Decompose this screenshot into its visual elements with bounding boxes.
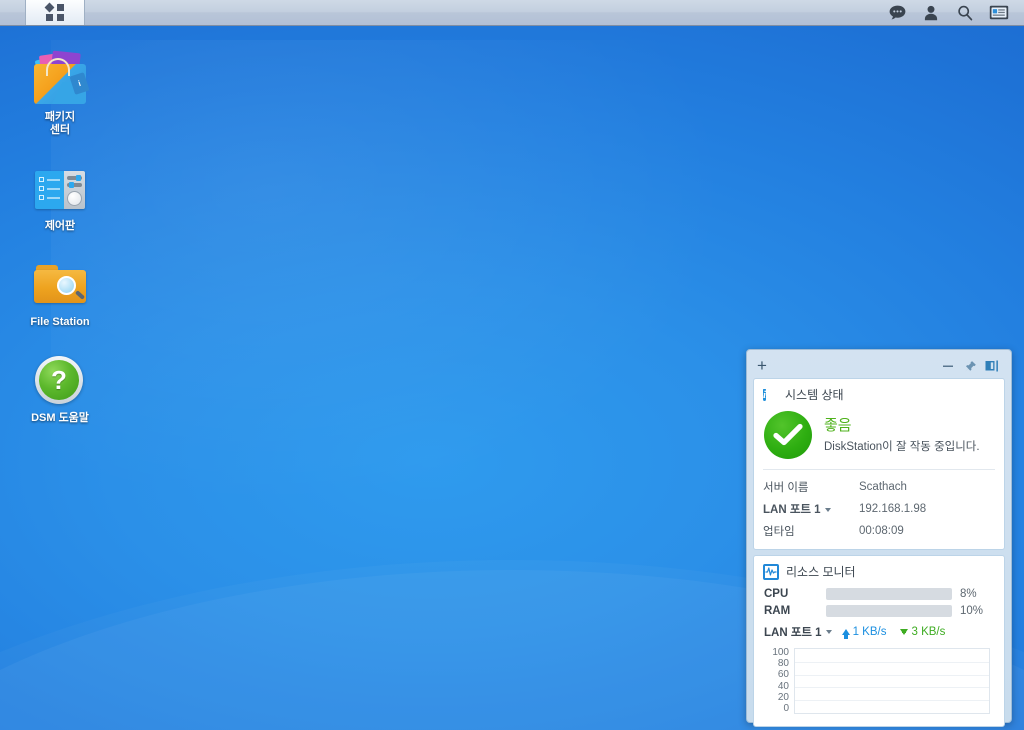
info-row-key: 서버 이름: [763, 482, 809, 494]
desktop-icon-dsm-help[interactable]: ? DSM 도움말: [0, 345, 120, 429]
download-arrow-icon: [900, 629, 909, 635]
question-mark-glyph: ?: [39, 360, 79, 400]
meter-row-ram: RAM 10%: [754, 603, 1004, 620]
status-ok-check-icon: [764, 411, 812, 459]
ram-meter-value: 10%: [960, 605, 984, 617]
system-health-title: 시스템 상태: [785, 388, 844, 402]
upload-arrow-icon: [841, 629, 850, 639]
widgets-icon[interactable]: [982, 0, 1016, 26]
chevron-down-icon[interactable]: [824, 507, 831, 512]
taskbar-spacer: [85, 0, 880, 25]
upload-rate: 1 KB/s: [852, 626, 887, 638]
desktop-icon-area: i 패키지 센터 제어판 File Station ? DSM 도움말: [0, 26, 140, 429]
chart-plot-area: [794, 648, 990, 714]
info-row-uptime: 업타임 00:08:09: [763, 521, 995, 543]
taskbar-left: [0, 0, 85, 25]
info-row-value: Scathach: [859, 481, 907, 493]
desktop-icon-package-center[interactable]: i 패키지 센터: [0, 44, 120, 141]
meter-label: RAM: [764, 605, 791, 617]
file-station-icon: [32, 255, 88, 311]
system-health-info-rows: 서버 이름 Scathach LAN 포트 1 192.168.1.98 업타임…: [763, 469, 995, 543]
info-row-lan-port[interactable]: LAN 포트 1 192.168.1.98: [763, 499, 995, 521]
info-row-value: 00:08:09: [859, 525, 904, 537]
info-row-key: 업타임: [763, 526, 795, 538]
chart-y-tick: 100: [772, 647, 789, 658]
search-icon[interactable]: [948, 0, 982, 26]
widget-panel: + i 시스템 상태 좋음 DiskStation이 잘 작동 중입니다. 서버…: [746, 349, 1012, 727]
ram-meter-track: [826, 605, 952, 617]
chart-gridline: [795, 674, 989, 676]
download-rate: 3 KB/s: [911, 626, 946, 638]
info-row-server-name: 서버 이름 Scathach: [763, 477, 995, 499]
resource-monitor-icon: [763, 563, 779, 580]
chart-gridline: [795, 661, 989, 663]
meter-row-cpu: CPU 8%: [754, 586, 1004, 603]
desktop-icon-label: 패키지 센터: [44, 111, 76, 136]
pin-icon[interactable]: [959, 357, 981, 375]
control-panel-icon: [32, 159, 88, 215]
upload-stat: 1 KB/s: [841, 626, 887, 639]
dsm-help-icon: ?: [32, 351, 88, 407]
system-health-status: 좋음: [824, 417, 852, 434]
chart-y-tick: 60: [777, 669, 789, 681]
chart-gridline: [795, 700, 989, 702]
chart-y-axis: 100 80 60 40 20 0: [764, 648, 794, 714]
info-row-value: 192.168.1.98: [859, 503, 927, 515]
desktop-icon-label: 제어판: [44, 220, 76, 232]
system-health-description: DiskStation이 잘 작동 중입니다.: [824, 441, 980, 453]
download-stat: 3 KB/s: [900, 626, 945, 638]
cpu-meter-value: 8%: [960, 588, 977, 600]
notifications-icon[interactable]: [880, 0, 914, 26]
widget-panel-header: +: [751, 354, 1007, 378]
desktop-icon-label: DSM 도움말: [31, 412, 89, 424]
package-center-icon: i: [32, 50, 90, 106]
meter-label: CPU: [764, 588, 789, 600]
minimize-button[interactable]: [937, 357, 959, 375]
resource-monitor-title: 리소스 모니터: [786, 565, 856, 579]
desktop-icon-label: File Station: [30, 316, 90, 328]
network-chart: 100 80 60 40 20 0: [754, 642, 1004, 718]
taskbar: [0, 0, 1024, 26]
taskbar-tray: [880, 0, 1024, 25]
chart-gridline: [795, 687, 989, 689]
resource-monitor-title-row: 리소스 모니터: [754, 556, 1004, 586]
desktop-icon-control-panel[interactable]: 제어판: [0, 153, 120, 237]
grid-menu-icon: [44, 2, 65, 22]
dock-right-icon[interactable]: [981, 357, 1003, 375]
chart-gridline: [795, 713, 989, 714]
main-menu-button[interactable]: [25, 0, 85, 25]
chart-y-tick: 40: [777, 680, 789, 692]
desktop-icon-file-station[interactable]: File Station: [0, 249, 120, 333]
system-health-body: 좋음 DiskStation이 잘 작동 중입니다.: [754, 409, 1004, 469]
system-health-card: i 시스템 상태 좋음 DiskStation이 잘 작동 중입니다. 서버 이…: [753, 378, 1005, 550]
chart-y-tick: 80: [777, 658, 789, 670]
user-options-icon[interactable]: [914, 0, 948, 26]
wallpaper-glow: [51, 40, 768, 533]
chart-y-tick: 0: [783, 702, 789, 714]
system-health-title-row: i 시스템 상태: [754, 379, 1004, 409]
add-widget-button[interactable]: +: [757, 357, 767, 374]
system-health-text: 좋음 DiskStation이 잘 작동 중입니다.: [824, 416, 980, 454]
network-interface-label[interactable]: LAN 포트 1: [764, 624, 822, 640]
resource-monitor-card: 리소스 모니터 CPU 8% RAM 10% LAN 포트 1 1 KB/s 3…: [753, 555, 1005, 727]
chevron-down-icon[interactable]: [825, 630, 832, 634]
chart-y-tick: 20: [777, 691, 789, 703]
cpu-meter-track: [826, 588, 952, 600]
network-stats-row: LAN 포트 1 1 KB/s 3 KB/s: [754, 620, 1004, 642]
info-row-key: LAN 포트 1: [763, 501, 859, 517]
info-shield-icon: i: [763, 388, 767, 401]
